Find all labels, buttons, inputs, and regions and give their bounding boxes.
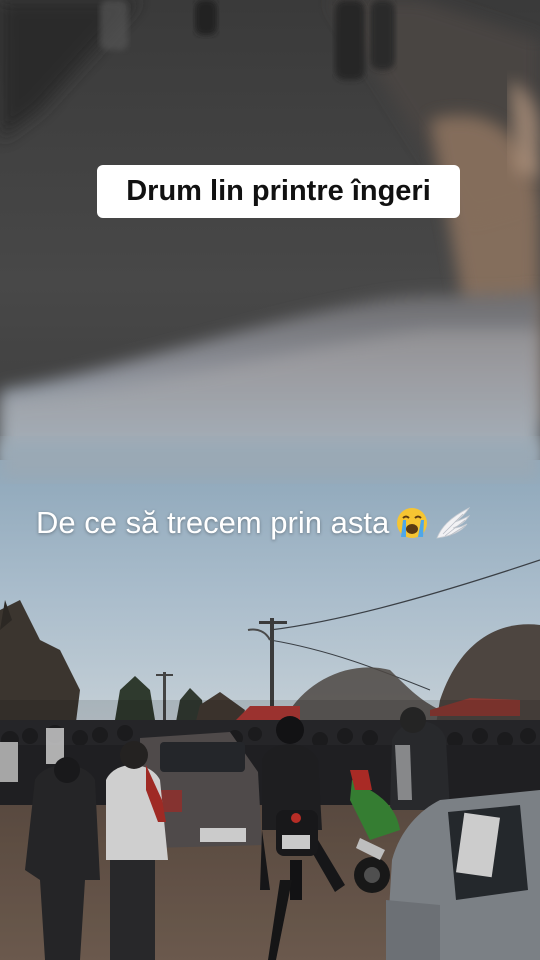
crying-face-icon [397,508,428,538]
background-photo [0,0,540,960]
wing-icon [436,506,471,539]
middle-caption-text: De ce să trecem prin asta [36,505,390,540]
middle-caption: De ce să trecem prin asta [36,500,516,546]
top-caption-box: Drum lin printre îngeri [97,165,460,218]
top-caption-text: Drum lin printre îngeri [126,175,431,207]
video-frame: Drum lin printre îngeri De ce să trecem … [0,0,540,960]
